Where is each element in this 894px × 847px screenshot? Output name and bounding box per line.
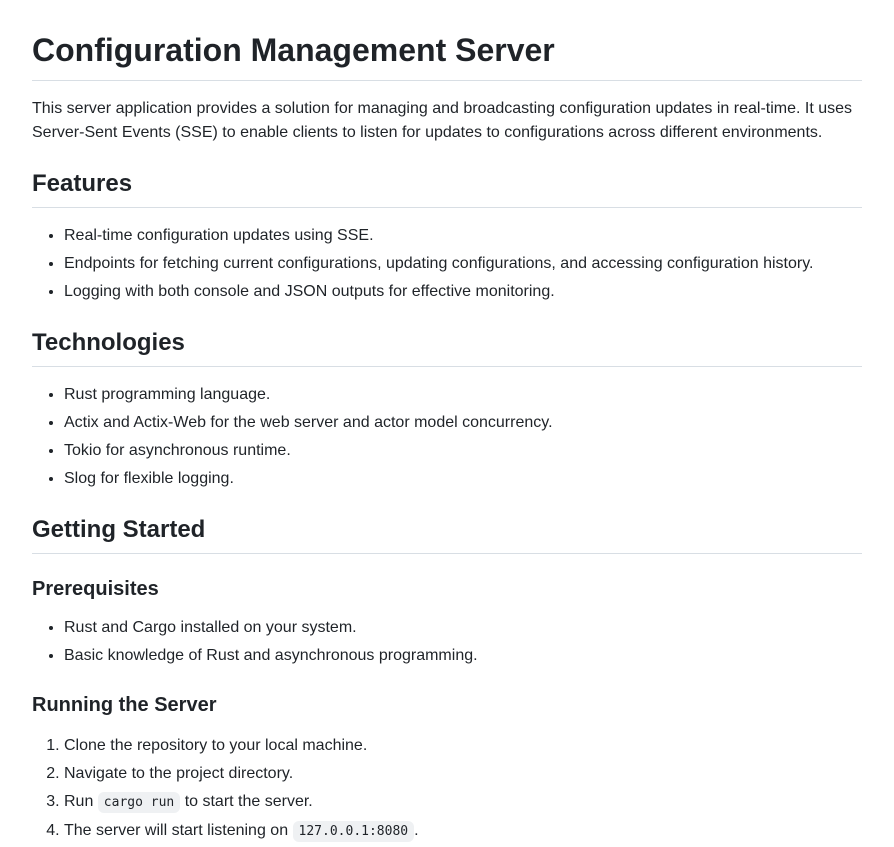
features-list: Real-time configuration updates using SS… <box>32 224 862 304</box>
inline-code: cargo run <box>97 792 181 813</box>
page-title: Configuration Management Server <box>32 0 862 81</box>
inline-code: 127.0.0.1:8080 <box>292 821 415 842</box>
prerequisites-heading: Prerequisites <box>32 578 159 600</box>
step-item: Navigate to the project directory. <box>64 762 862 786</box>
intro-paragraph: This server application provides a solut… <box>32 100 853 141</box>
step-text: Run <box>64 793 98 810</box>
prerequisites-list: Rust and Cargo installed on your system.… <box>32 616 862 668</box>
step-item: Clone the repository to your local machi… <box>64 734 862 758</box>
list-item: Rust programming language. <box>64 383 862 407</box>
list-item: Tokio for asynchronous runtime. <box>64 439 862 463</box>
technologies-heading: Technologies <box>32 328 862 367</box>
list-item: Endpoints for fetching current configura… <box>64 252 862 276</box>
technologies-list: Rust programming language. Actix and Act… <box>32 383 862 491</box>
list-item: Actix and Actix-Web for the web server a… <box>64 411 862 435</box>
readme-article: Configuration Management Server This ser… <box>0 0 894 844</box>
list-item: Real-time configuration updates using SS… <box>64 224 862 248</box>
step-item: Run cargo run to start the server. <box>64 790 862 815</box>
list-item: Logging with both console and JSON outpu… <box>64 280 862 304</box>
step-text: . <box>414 822 419 839</box>
running-steps-list: Clone the repository to your local machi… <box>32 734 862 844</box>
list-item: Rust and Cargo installed on your system. <box>64 616 862 640</box>
step-text: to start the server. <box>180 793 313 810</box>
list-item: Basic knowledge of Rust and asynchronous… <box>64 644 862 668</box>
list-item: Slog for flexible logging. <box>64 467 862 491</box>
running-server-heading: Running the Server <box>32 694 217 716</box>
step-text: The server will start listening on <box>64 822 293 839</box>
step-item: The server will start listening on 127.0… <box>64 819 862 844</box>
getting-started-heading: Getting Started <box>32 515 862 554</box>
features-heading: Features <box>32 169 862 208</box>
